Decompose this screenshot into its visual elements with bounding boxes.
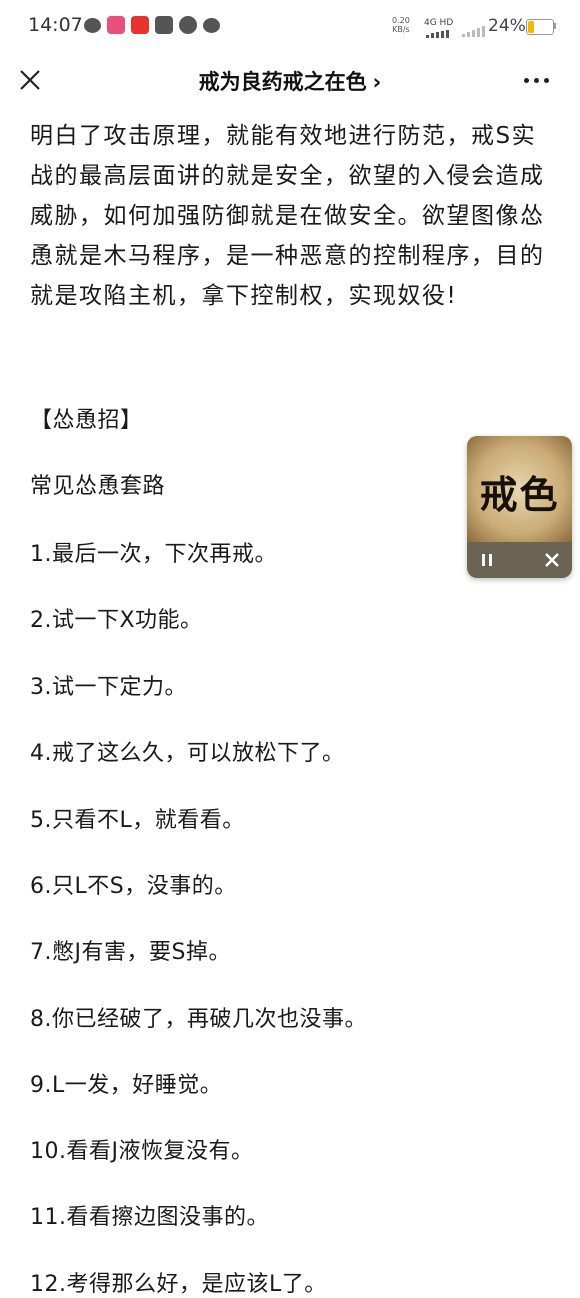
- nav-bar: 戒为良药戒之在色 ›: [0, 52, 580, 110]
- page-title[interactable]: 戒为良药戒之在色 ›: [0, 66, 580, 96]
- close-player-icon[interactable]: [543, 551, 561, 569]
- net-speed: 0.20 KB/s: [392, 16, 410, 34]
- subheading: 常见怂恿套路: [30, 474, 166, 499]
- list-item: 6.只L不S，没事的。: [30, 874, 237, 899]
- section-heading: 【怂恿招】: [30, 408, 143, 433]
- player-controls: [467, 542, 572, 578]
- message-icon: [203, 17, 220, 33]
- status-bar: 14:07 0.20 KB/s 4G HD 24%: [0, 0, 580, 52]
- net-speed-value: 0.20: [392, 16, 410, 25]
- signal-icon: [426, 30, 449, 38]
- battery-icon: [526, 19, 554, 35]
- list-item: 8.你已经破了，再破几次也没事。: [30, 1007, 367, 1032]
- player-cover[interactable]: 戒色: [467, 436, 572, 542]
- list-item: 2.试一下X功能。: [30, 608, 203, 633]
- more-icon[interactable]: [524, 78, 549, 83]
- list-item: 11.看看擦边图没事的。: [30, 1205, 269, 1230]
- list-item: 7.憋J有害，要S掉。: [30, 940, 231, 965]
- list-item: 12.考得那么好，是应该L了。: [30, 1272, 327, 1297]
- notification-icons: [84, 16, 220, 34]
- list-item: 4.戒了这么久，可以放松下了。: [30, 741, 345, 766]
- intro-paragraph: 明白了攻击原理，就能有效地进行防范，戒S实战的最高层面讲的就是安全，欲望的入侵会…: [30, 123, 545, 309]
- list-item: 9.L一发，好睡觉。: [30, 1073, 223, 1098]
- list-item: 1.最后一次，下次再戒。: [30, 542, 277, 567]
- list-item: 10.看看J液恢复没有。: [30, 1139, 254, 1164]
- pause-icon[interactable]: [479, 552, 495, 568]
- signal-secondary-icon: [462, 26, 485, 37]
- list-item: 5.只看不L，就看看。: [30, 808, 245, 833]
- wechat-icon: [84, 17, 101, 33]
- battery-level: [528, 21, 534, 33]
- player-cover-text: 戒色: [479, 472, 560, 517]
- page-title-text: 戒为良药戒之在色: [198, 70, 367, 94]
- app-red-icon: [107, 16, 125, 34]
- floating-player[interactable]: 戒色: [467, 436, 572, 578]
- network-type: 4G HD: [424, 18, 454, 28]
- net-speed-unit: KB/s: [392, 25, 410, 34]
- status-time: 14:07: [28, 14, 83, 36]
- battery-tip: [554, 23, 556, 29]
- app-gray-icon: [155, 16, 173, 34]
- battery-percent: 24%: [488, 16, 526, 36]
- app-news-icon: [131, 16, 149, 34]
- list-item: 3.试一下定力。: [30, 675, 187, 700]
- app-circle-icon: [179, 16, 197, 34]
- chevron-right-icon: ›: [372, 70, 382, 94]
